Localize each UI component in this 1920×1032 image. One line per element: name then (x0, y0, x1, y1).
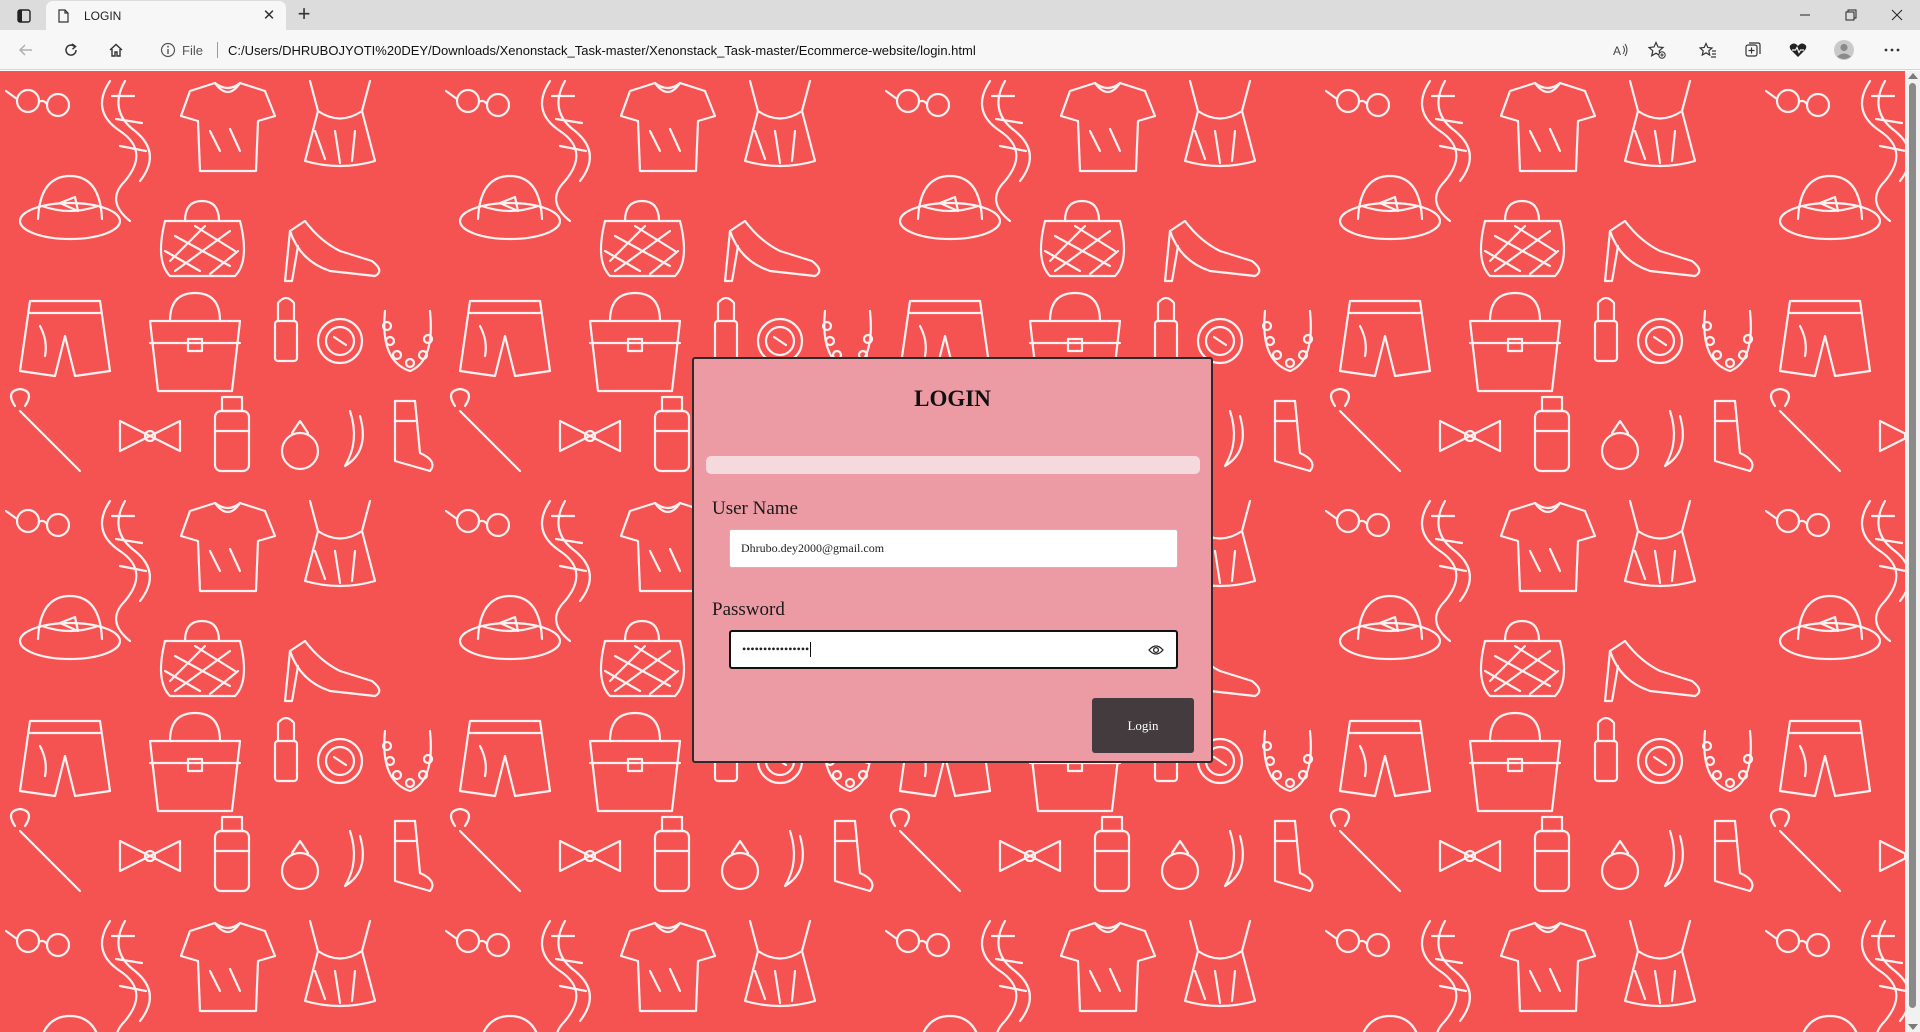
username-label: User Name (712, 498, 798, 519)
home-icon[interactable] (104, 38, 128, 62)
close-icon[interactable]: ✕ (260, 6, 278, 24)
scroll-down-icon[interactable] (1908, 1024, 1918, 1030)
refresh-icon[interactable] (59, 38, 83, 62)
browser-tab[interactable]: LOGIN ✕ (46, 1, 286, 30)
profile-icon[interactable] (1832, 38, 1856, 62)
restore-icon[interactable] (1828, 0, 1874, 30)
login-title: LOGIN (914, 386, 991, 411)
login-button[interactable]: Login (1092, 698, 1194, 753)
window-controls (1782, 0, 1920, 30)
scheme-label: File (182, 42, 203, 58)
window-close-icon[interactable] (1874, 0, 1920, 30)
show-password-icon[interactable] (1148, 643, 1164, 657)
tab-actions-icon[interactable] (12, 6, 36, 26)
scroll-up-icon[interactable] (1908, 73, 1918, 79)
page-icon (58, 9, 69, 23)
password-label: Password (712, 599, 785, 620)
browser-essentials-icon[interactable] (1786, 38, 1810, 62)
tab-title: LOGIN (84, 9, 122, 23)
favorites-icon[interactable] (1696, 38, 1720, 62)
url-text[interactable]: C:/Users/DHRUBOJYOTI%20DEY/Downloads/Xen… (228, 43, 976, 58)
add-favorite-icon[interactable] (1645, 38, 1669, 62)
username-value: Dhrubo.dey2000@gmail.com (741, 541, 885, 555)
username-field[interactable]: Dhrubo.dey2000@gmail.com (729, 529, 1178, 568)
page-viewport: LOGIN User Name Dhrubo.dey2000@gmail.com… (0, 71, 1905, 1032)
vertical-scrollbar[interactable] (1905, 71, 1920, 1032)
new-tab-icon[interactable]: + (292, 3, 316, 26)
address-divider (216, 42, 218, 58)
password-value: •••••••••••••••• (742, 642, 810, 656)
minimize-icon[interactable] (1782, 0, 1828, 30)
svg-text:A: A (1613, 44, 1621, 58)
password-field[interactable]: •••••••••••••••• (729, 630, 1178, 669)
tab-strip: LOGIN ✕ + (0, 0, 1920, 30)
scroll-thumb[interactable] (1909, 83, 1916, 1008)
back-icon[interactable] (14, 38, 38, 62)
read-aloud-icon[interactable]: A (1609, 38, 1633, 62)
info-icon[interactable] (160, 42, 176, 58)
text-caret (810, 642, 812, 657)
more-icon[interactable] (1880, 38, 1904, 62)
status-bar (706, 456, 1200, 474)
login-card: LOGIN User Name Dhrubo.dey2000@gmail.com… (692, 357, 1213, 763)
navigation-toolbar: File C:/Users/DHRUBOJYOTI%20DEY/Download… (0, 30, 1920, 70)
address-bar[interactable]: File C:/Users/DHRUBOJYOTI%20DEY/Download… (150, 35, 1660, 65)
collections-icon[interactable] (1741, 38, 1765, 62)
